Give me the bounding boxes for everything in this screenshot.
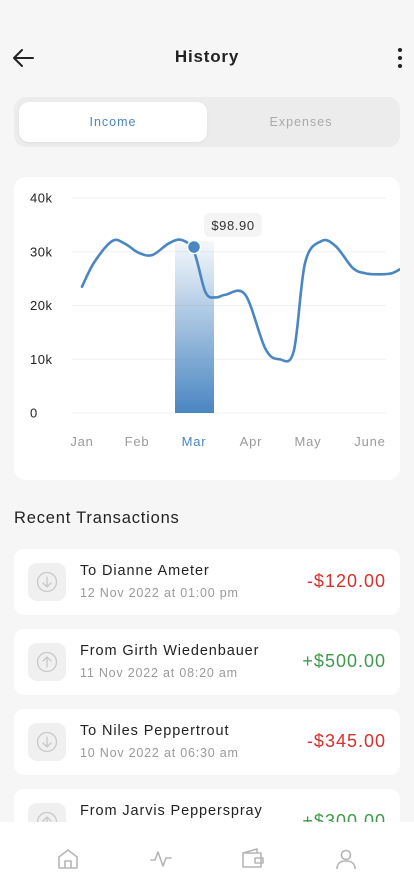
tab-expenses[interactable]: Expenses (207, 102, 395, 142)
more-dot-icon (398, 64, 402, 68)
transaction-name: From Jarvis Pepperspray (80, 803, 263, 819)
page-title: History (174, 47, 240, 66)
transaction-icon-box (28, 723, 66, 761)
tab-income[interactable]: Income (19, 102, 207, 142)
transaction-icon-box (28, 563, 66, 601)
arrow-down-circle-icon (36, 731, 58, 753)
transaction-name: To Niles Peppertrout (80, 723, 230, 739)
nav-wallet[interactable] (233, 839, 273, 879)
transaction-item[interactable]: To Niles Peppertrout 10 Nov 2022 at 06:30… (14, 709, 400, 775)
nav-profile[interactable] (326, 839, 366, 879)
activity-icon (149, 851, 172, 867)
recent-transactions-title: Recent Transactions (14, 509, 180, 527)
x-tick-label: May (295, 434, 322, 449)
transaction-amount: -$345.00 (306, 731, 386, 751)
highlight-point (186, 239, 202, 255)
y-tick-label: 30k (30, 244, 52, 259)
income-line-chart[interactable]: 0 10k 20k 30k 40k $98.90 Jan Feb Mar Apr May June (14, 177, 400, 480)
tooltip-value: $98.90 (211, 218, 254, 233)
transaction-date: 11 Nov 2022 at 08:20 am (80, 666, 238, 680)
more-options-button[interactable] (392, 44, 408, 72)
nav-activity[interactable] (141, 839, 181, 879)
highlight-bar (175, 241, 214, 413)
y-tick-label: 40k (30, 191, 52, 206)
income-series-line (80, 238, 400, 363)
transaction-name: To Dianne Ameter (80, 563, 210, 579)
x-tick-label: June (354, 434, 385, 449)
transaction-item[interactable]: From Girth Wiedenbauer 11 Nov 2022 at 08:… (14, 629, 400, 695)
income-expenses-toggle: Income Expenses (14, 97, 400, 147)
more-dot-icon (398, 56, 402, 60)
home-icon (58, 849, 79, 869)
nav-home[interactable] (48, 839, 88, 879)
wallet-icon (242, 848, 265, 868)
transaction-amount: +$500.00 (302, 651, 386, 671)
y-tick-label: 20k (30, 298, 52, 313)
x-tick-label: Jan (70, 434, 93, 449)
x-tick-label: Feb (125, 434, 150, 449)
bottom-navigation (0, 822, 414, 896)
transaction-amount: -$120.00 (306, 571, 386, 591)
transaction-icon-box (28, 643, 66, 681)
y-tick-label: 0 (30, 406, 38, 421)
top-bar: History (0, 30, 414, 86)
income-chart-card: 0 10k 20k 30k 40k $98.90 Jan Feb Mar Apr May June (14, 177, 400, 480)
transaction-name: From Girth Wiedenbauer (80, 643, 260, 659)
x-tick-label: Apr (240, 434, 263, 449)
arrow-down-circle-icon (36, 571, 58, 593)
y-tick-label: 10k (30, 352, 52, 367)
x-tick-label: Mar (182, 434, 207, 449)
arrow-up-circle-icon (36, 651, 58, 673)
more-dot-icon (398, 48, 402, 52)
transaction-item[interactable]: To Dianne Ameter 12 Nov 2022 at 01:00 pm -… (14, 549, 400, 615)
profile-icon (335, 849, 356, 870)
transaction-date: 12 Nov 2022 at 01:00 pm (80, 586, 239, 600)
transaction-date: 10 Nov 2022 at 06:30 am (80, 746, 239, 760)
